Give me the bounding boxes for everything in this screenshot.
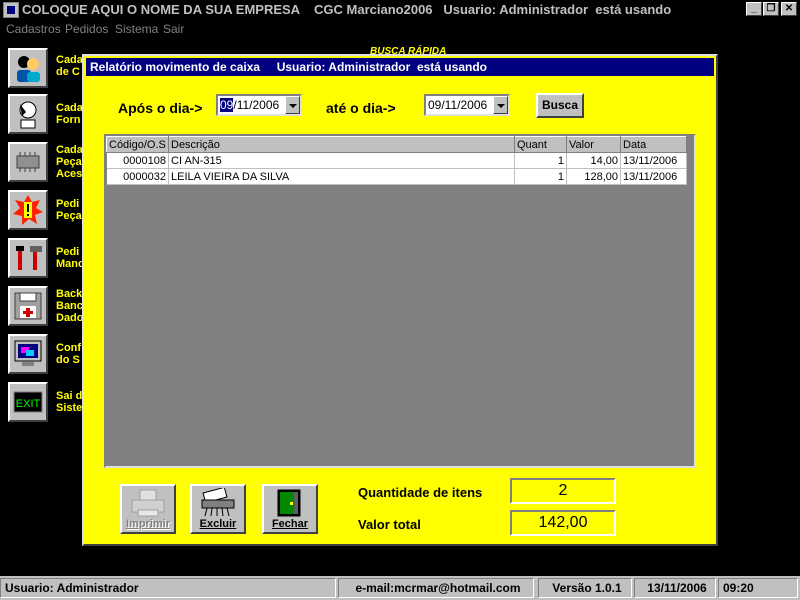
column-header-codigo[interactable]: Código/O.S bbox=[106, 136, 169, 153]
until-date-value: 09/11/2006 bbox=[428, 98, 488, 112]
app-icon bbox=[3, 2, 19, 18]
sidebar-label-clientes: Cada de C bbox=[56, 54, 83, 78]
column-header-valor[interactable]: Valor bbox=[566, 136, 621, 153]
printer-icon bbox=[131, 489, 165, 517]
column-header-quant[interactable]: Quant bbox=[514, 136, 567, 153]
door-icon bbox=[277, 489, 301, 517]
total-value: 142,00 bbox=[510, 510, 616, 536]
status-bar: Usuario: Administrador e-mail:mcrmar@hot… bbox=[0, 576, 800, 600]
people-icon bbox=[17, 56, 40, 82]
menu-sair[interactable]: Sair bbox=[163, 20, 184, 38]
status-time: 09:20 bbox=[718, 578, 798, 598]
delete-button[interactable]: Excluir bbox=[190, 484, 246, 534]
cell-quant: 1 bbox=[514, 168, 567, 185]
until-date-label: até o dia-> bbox=[326, 100, 396, 116]
after-date-label: Após o dia-> bbox=[118, 100, 203, 116]
menu-sistema[interactable]: Sistema bbox=[115, 20, 158, 38]
chevron-down-icon[interactable] bbox=[285, 96, 300, 114]
print-button[interactable]: Imprimir bbox=[120, 484, 176, 534]
cell-codigo: 0000032 bbox=[106, 168, 169, 185]
sidebar-label-pedido-pecas: Pedi Peça bbox=[56, 198, 82, 222]
sidebar-label-backup: Back Banc Dado bbox=[56, 288, 84, 324]
sidebar-exit-button[interactable]: EXIT bbox=[8, 382, 48, 422]
close-button[interactable]: Fechar bbox=[262, 484, 318, 534]
cell-data: 13/11/2006 bbox=[620, 168, 687, 185]
results-table: Código/O.S Descrição Quant Valor Data 00… bbox=[106, 136, 687, 185]
column-header-descricao[interactable]: Descrição bbox=[168, 136, 515, 153]
window-title: COLOQUE AQUI O NOME DA SUA EMPRESA CGC M… bbox=[0, 0, 800, 20]
close-window-button[interactable]: ✕ bbox=[781, 2, 797, 16]
restore-button[interactable]: ❐ bbox=[763, 2, 779, 16]
sidebar-config-button[interactable] bbox=[8, 334, 48, 374]
sidebar-label-pedido-manutencao: Pedi Mano bbox=[56, 246, 84, 270]
column-header-data[interactable]: Data bbox=[620, 136, 687, 153]
chevron-down-icon[interactable] bbox=[493, 96, 508, 114]
cell-valor: 14,00 bbox=[566, 152, 621, 169]
after-date-combo[interactable]: 09/11/2006 bbox=[216, 94, 302, 116]
cell-codigo: 0000108 bbox=[106, 152, 169, 169]
cash-report-dialog: Relatório movimento de caixa Usuario: Ad… bbox=[82, 54, 718, 546]
status-user: Usuario: Administrador bbox=[0, 578, 336, 598]
until-date-combo[interactable]: 09/11/2006 bbox=[424, 94, 510, 116]
sidebar-fornecedores-button[interactable] bbox=[8, 94, 48, 134]
exit-icon: EXIT bbox=[13, 391, 43, 413]
sidebar-label-config: Conf do S bbox=[56, 342, 82, 366]
status-version: Versão 1.0.1 bbox=[538, 578, 632, 598]
table-header-row: Código/O.S Descrição Quant Valor Data bbox=[106, 136, 687, 153]
results-grid: Código/O.S Descrição Quant Valor Data 00… bbox=[104, 134, 696, 468]
sidebar-label-pecas: Cada Peça Aces bbox=[56, 144, 83, 180]
menu-cadastros[interactable]: Cadastros bbox=[6, 20, 61, 38]
alert-icon bbox=[13, 195, 43, 225]
status-email: e-mail:mcrmar@hotmail.com bbox=[338, 578, 534, 598]
print-button-label: Imprimir bbox=[125, 518, 170, 530]
sidebar-label-fornecedores: Cada Forn bbox=[56, 102, 83, 126]
shredder-icon bbox=[201, 486, 235, 517]
cell-valor: 128,00 bbox=[566, 168, 621, 185]
qty-label: Quantidade de itens bbox=[358, 485, 483, 500]
sidebar-pedido-manutencao-button[interactable] bbox=[8, 238, 48, 278]
svg-text:EXIT: EXIT bbox=[16, 398, 41, 410]
after-date-selected-part: 09 bbox=[220, 98, 234, 112]
sidebar-label-exit: Sai d Siste bbox=[56, 390, 83, 414]
minimize-button[interactable]: _ bbox=[746, 2, 762, 16]
cell-data: 13/11/2006 bbox=[620, 152, 687, 169]
close-button-label: Fechar bbox=[271, 518, 309, 530]
total-label: Valor total bbox=[358, 517, 421, 532]
floppy-icon bbox=[14, 292, 42, 320]
cell-descricao: CI AN-315 bbox=[168, 152, 515, 169]
tools-icon bbox=[16, 246, 42, 270]
table-row[interactable]: 0000108 CI AN-315 1 14,00 13/11/2006 bbox=[106, 152, 687, 169]
menu-bar: Cadastros Pedidos Sistema Sair bbox=[0, 20, 800, 38]
sidebar-clientes-button[interactable] bbox=[8, 48, 48, 88]
menu-pedidos[interactable]: Pedidos bbox=[65, 20, 108, 38]
delete-button-label: Excluir bbox=[199, 518, 237, 530]
after-date-rest: /11/2006 bbox=[233, 98, 280, 112]
sidebar-pecas-button[interactable] bbox=[8, 142, 48, 182]
cell-descricao: LEILA VIEIRA DA SILVA bbox=[168, 168, 515, 185]
sidebar-pedido-pecas-button[interactable] bbox=[8, 190, 48, 230]
dialog-title: Relatório movimento de caixa Usuario: Ad… bbox=[86, 58, 714, 76]
search-button[interactable]: Busca bbox=[536, 93, 584, 118]
sidebar-backup-button[interactable] bbox=[8, 286, 48, 326]
monitor-icon bbox=[14, 340, 42, 366]
chip-icon bbox=[16, 152, 40, 172]
table-row[interactable]: 0000032 LEILA VIEIRA DA SILVA 1 128,00 1… bbox=[106, 168, 687, 185]
phone-person-icon bbox=[19, 101, 37, 129]
qty-value: 2 bbox=[510, 478, 616, 504]
status-date: 13/11/2006 bbox=[634, 578, 716, 598]
cell-quant: 1 bbox=[514, 152, 567, 169]
